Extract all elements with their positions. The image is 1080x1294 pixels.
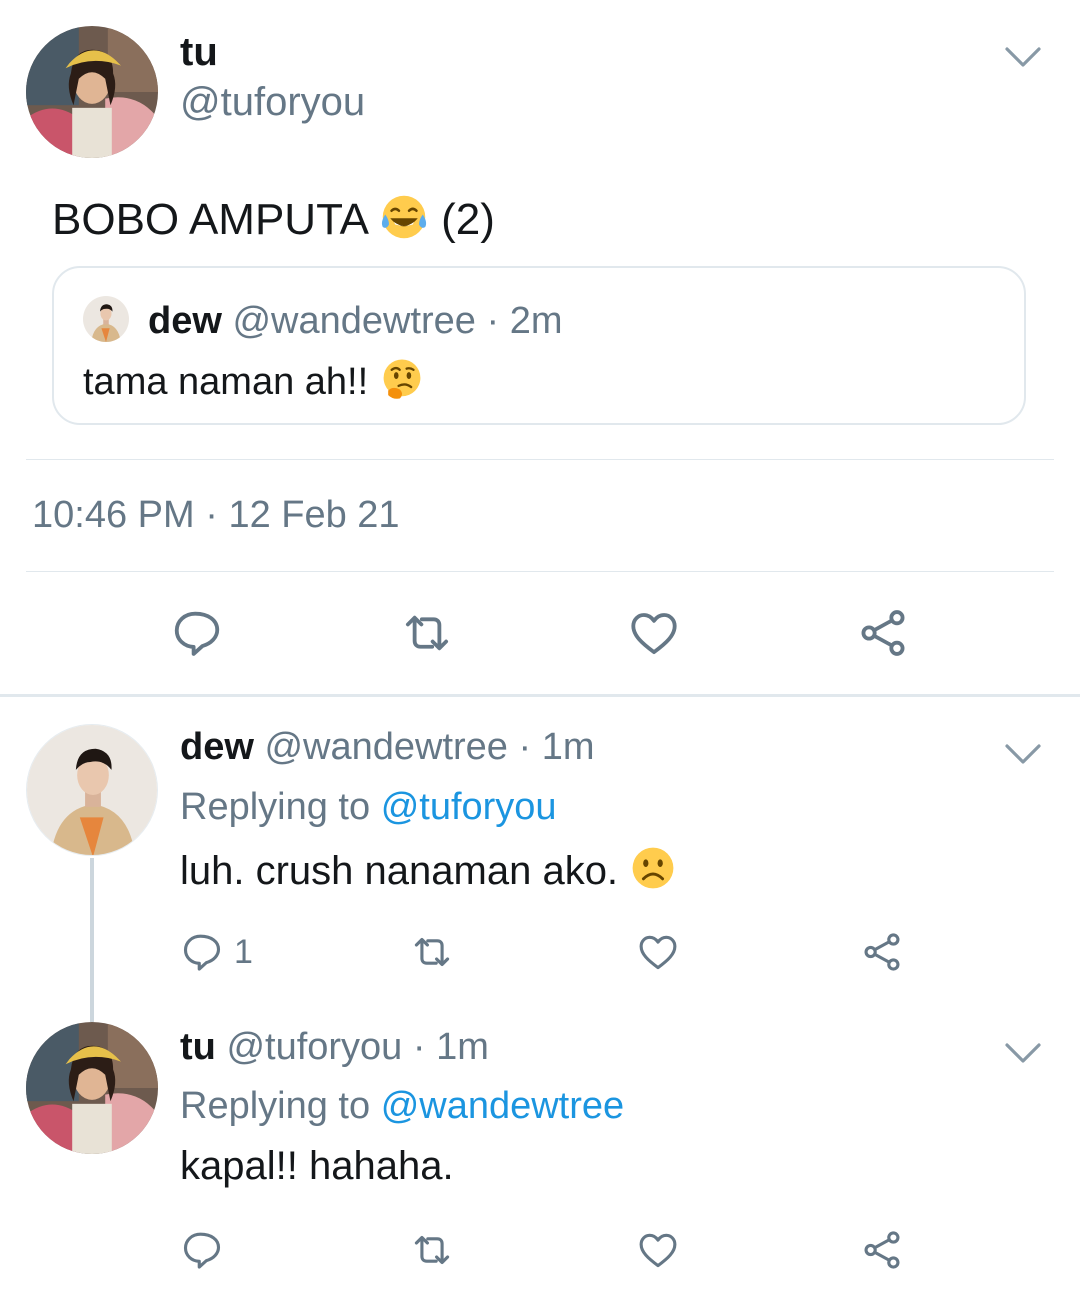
reply-reply-button[interactable]: 1 xyxy=(180,930,253,974)
quoted-tweet-card[interactable]: dew @wandewtree · 2m tama naman ah!! xyxy=(52,266,1026,425)
reply-text: luh. crush nanaman ako. xyxy=(180,844,677,894)
quoted-tweet-avatar xyxy=(83,296,129,342)
main-tweet-date: 12 Feb 21 xyxy=(228,494,400,536)
replying-to-label: Replying to xyxy=(180,1085,371,1127)
reply-display-name[interactable]: tu xyxy=(180,1026,216,1068)
reply-text-content: luh. crush nanaman ako. xyxy=(180,849,619,893)
reply-share-button[interactable] xyxy=(860,930,904,974)
reply-avatar[interactable] xyxy=(26,1022,158,1154)
reply-text: kapal!! hahaha. xyxy=(180,1144,454,1189)
reply-header: dew @wandewtree · 1m xyxy=(180,726,595,769)
quoted-tweet-header: dew @wandewtree · 2m xyxy=(148,300,563,343)
main-reply-button[interactable] xyxy=(170,606,224,660)
share-icon xyxy=(860,930,904,974)
main-tweet-separator: · xyxy=(205,494,218,536)
replying-to-link[interactable]: @wandewtree xyxy=(381,1085,624,1127)
retweet-icon xyxy=(408,930,456,974)
share-icon xyxy=(860,1228,904,1272)
reply-reply-button[interactable] xyxy=(180,1228,234,1272)
reply-handle[interactable]: @tuforyou xyxy=(226,1026,402,1068)
main-tweet-text: BOBO AMPUTA (2) xyxy=(52,192,495,245)
main-tweet-text-suffix: (2) xyxy=(441,195,495,244)
reply-menu-chevron-icon[interactable] xyxy=(1003,742,1043,766)
main-tweet-display-name[interactable]: tu xyxy=(180,30,218,75)
section-divider xyxy=(0,694,1080,697)
quoted-tweet-separator: · xyxy=(486,300,500,342)
quoted-tweet-time: 2m xyxy=(509,300,563,342)
reply-icon xyxy=(180,1228,224,1272)
reply-retweet-button[interactable] xyxy=(408,1228,456,1272)
reply-share-button[interactable] xyxy=(860,1228,904,1272)
divider xyxy=(26,571,1054,572)
reply-icon xyxy=(180,930,224,974)
main-tweet-time: 10:46 PM xyxy=(32,494,195,536)
reply-like-button[interactable] xyxy=(636,930,680,974)
reply-like-button[interactable] xyxy=(636,1228,680,1272)
reply-replying-to: Replying to @wandewtree xyxy=(180,1085,624,1128)
frowning-face-emoji xyxy=(629,849,677,893)
reply-count: 1 xyxy=(234,932,253,971)
divider xyxy=(26,459,1054,460)
main-share-button[interactable] xyxy=(856,606,910,660)
quoted-tweet-display-name: dew xyxy=(148,300,222,342)
quoted-tweet-text-content: tama naman ah!! xyxy=(83,361,369,403)
reply-time: 1m xyxy=(436,1026,489,1068)
replying-to-link[interactable]: @tuforyou xyxy=(381,786,557,828)
retweet-icon xyxy=(408,1228,456,1272)
replying-to-label: Replying to xyxy=(180,786,371,828)
reply-header: tu @tuforyou · 1m xyxy=(180,1026,489,1069)
reply-text-content: kapal!! hahaha. xyxy=(180,1144,454,1188)
reply-icon xyxy=(170,606,224,660)
reply-retweet-button[interactable] xyxy=(408,930,456,974)
main-tweet-timestamp: 10:46 PM · 12 Feb 21 xyxy=(32,494,400,537)
reply-separator: · xyxy=(518,726,532,768)
reply-replying-to: Replying to @tuforyou xyxy=(180,786,557,829)
quoted-tweet-handle: @wandewtree xyxy=(232,300,476,342)
reply-time: 1m xyxy=(541,726,595,768)
main-tweet-handle[interactable]: @tuforyou xyxy=(180,80,365,125)
main-tweet-menu-chevron-icon[interactable] xyxy=(1003,45,1043,69)
main-tweet-text-content: BOBO AMPUTA xyxy=(52,195,367,244)
thinking-face-emoji xyxy=(379,361,425,403)
heart-icon xyxy=(627,606,681,660)
reply-handle[interactable]: @wandewtree xyxy=(264,726,507,768)
main-like-button[interactable] xyxy=(627,606,681,660)
reply-avatar[interactable] xyxy=(26,724,158,856)
reply-separator: · xyxy=(412,1026,426,1068)
quoted-tweet-text: tama naman ah!! xyxy=(83,356,425,404)
heart-icon xyxy=(636,1228,680,1272)
reply-menu-chevron-icon[interactable] xyxy=(1003,1041,1043,1065)
main-tweet-avatar[interactable] xyxy=(26,26,158,158)
thread-connector-line xyxy=(90,858,94,1022)
main-retweet-button[interactable] xyxy=(398,606,456,660)
heart-icon xyxy=(636,930,680,974)
retweet-icon xyxy=(398,606,456,660)
tears-of-joy-emoji xyxy=(379,195,429,244)
share-icon xyxy=(856,606,910,660)
reply-display-name[interactable]: dew xyxy=(180,726,254,768)
